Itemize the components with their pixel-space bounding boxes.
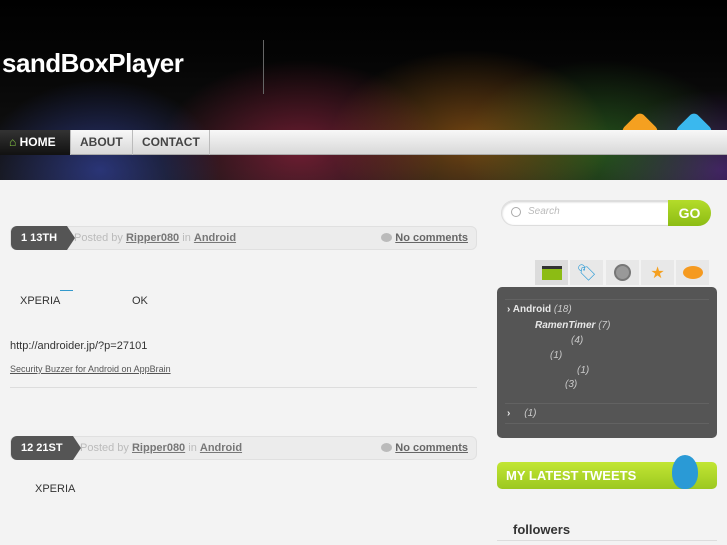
tab-popular[interactable]: ★ <box>641 260 674 285</box>
divider <box>505 403 709 404</box>
categories-panel: › Android (18) RamenTimer (7) (4) (1) (1… <box>497 287 717 438</box>
logo-divider <box>263 40 264 94</box>
category-item[interactable]: RamenTimer (7) <box>535 320 610 331</box>
post-meta: 12 21ST Posted by Ripper080 in Android N… <box>10 436 477 460</box>
search-go-button[interactable]: GO <box>668 200 711 226</box>
post-date: 1 13TH <box>11 226 76 250</box>
accent-line <box>60 290 73 291</box>
tab-tags[interactable]: 🏷 <box>570 260 603 285</box>
search-input[interactable] <box>528 206 658 217</box>
folder-icon <box>541 265 562 280</box>
tab-comments[interactable] <box>676 260 709 285</box>
main-nav: ⌂ HOME ABOUT CONTACT <box>0 130 727 155</box>
post-url[interactable]: http://androider.jp/?p=27101 <box>10 340 147 352</box>
nav-about[interactable]: ABOUT <box>71 130 133 155</box>
post-text: XPERIA <box>20 295 61 307</box>
nav-contact[interactable]: CONTACT <box>133 130 210 155</box>
comment-icon <box>682 266 703 279</box>
category-link[interactable]: Android <box>194 232 236 244</box>
tab-archives[interactable] <box>606 260 639 285</box>
comments: No comments <box>381 232 468 244</box>
in-label: in <box>182 232 191 244</box>
post-text: OK <box>132 295 148 307</box>
appbrain-link[interactable]: Security Buzzer for Android on AppBrain <box>10 364 171 374</box>
author-link[interactable]: Ripper080 <box>132 442 185 454</box>
comment-icon <box>381 443 393 452</box>
comments: No comments <box>381 442 468 454</box>
category-name: RamenTimer <box>535 320 596 331</box>
posted-by: Posted by <box>74 232 123 244</box>
followers-heading: followers <box>513 522 571 537</box>
site-logo[interactable]: sandBoxPlayer <box>2 48 184 79</box>
in-label: in <box>188 442 197 454</box>
star-icon: ★ <box>650 264 665 282</box>
divider <box>505 299 709 300</box>
category-count: (1) <box>524 408 537 419</box>
clock-icon <box>614 264 631 281</box>
divider <box>497 540 717 541</box>
nav-label: HOME <box>19 135 56 149</box>
comment-icon <box>381 233 393 242</box>
category-item[interactable]: › (1) <box>507 408 536 419</box>
posted-by: Posted by <box>80 442 129 454</box>
post-text: XPERIA <box>35 483 76 495</box>
category-item[interactable]: › Android (18) <box>507 304 572 315</box>
search-icon <box>511 207 521 217</box>
post-date: 12 21ST <box>11 436 81 460</box>
category-item[interactable]: (1) <box>577 365 589 376</box>
twitter-bird-icon <box>672 455 698 489</box>
post-byline: Posted by Ripper080 in Android <box>80 442 242 454</box>
category-item[interactable]: (4) <box>571 335 583 346</box>
category-count: (18) <box>553 304 572 315</box>
divider <box>505 423 709 424</box>
header: sandBoxPlayer ⌂ HOME ABOUT CONTACT <box>0 0 727 180</box>
author-link[interactable]: Ripper080 <box>126 232 179 244</box>
search-box: GO <box>501 200 711 226</box>
category-item[interactable]: (1) <box>550 350 562 361</box>
nav-home[interactable]: ⌂ HOME <box>0 130 71 155</box>
category-link[interactable]: Android <box>200 442 242 454</box>
comments-link[interactable]: No comments <box>395 232 468 244</box>
tag-icon: 🏷 <box>576 264 597 282</box>
category-name: Android <box>512 304 552 315</box>
comments-link[interactable]: No comments <box>395 442 468 454</box>
post-divider <box>10 387 477 388</box>
category-count: (7) <box>598 320 611 331</box>
home-icon: ⌂ <box>9 135 17 149</box>
category-item[interactable]: (3) <box>565 379 577 390</box>
tab-categories[interactable] <box>535 260 568 285</box>
post-meta: 1 13TH Posted by Ripper080 in Android No… <box>10 226 477 250</box>
post-byline: Posted by Ripper080 in Android <box>74 232 236 244</box>
